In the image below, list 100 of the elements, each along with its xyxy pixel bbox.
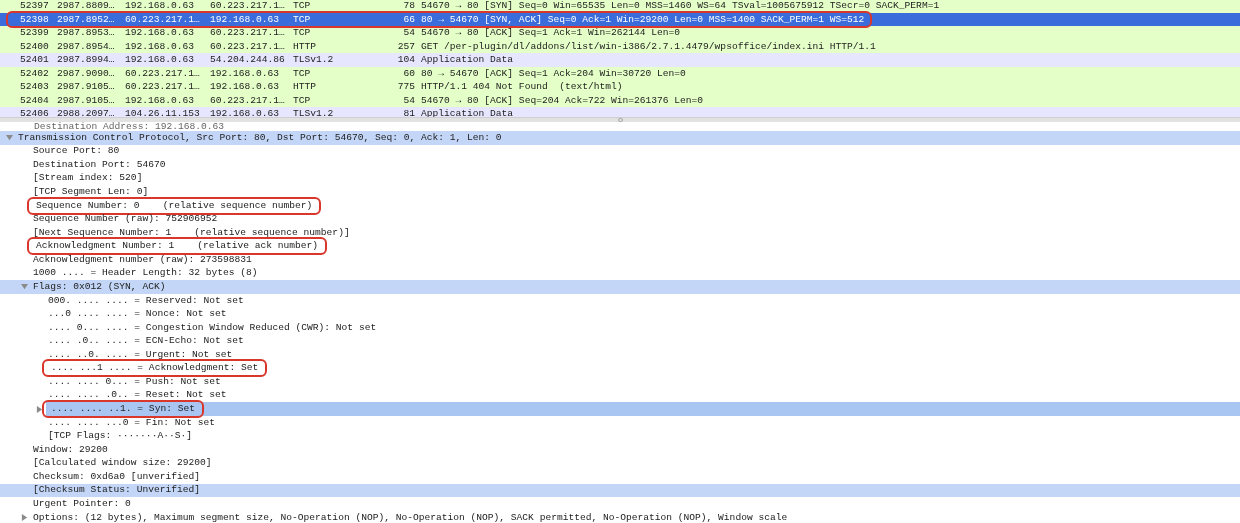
packet-number: 52397 <box>20 0 50 13</box>
packet-destination: 60.223.217.1… <box>210 93 286 107</box>
detail-line[interactable]: Checksum: 0xd6a0 [unverified] <box>30 470 203 483</box>
packet-info: Application Data <box>421 53 514 67</box>
packet-time: 2987.9105… <box>57 93 116 107</box>
detail-line[interactable]: .... .0.. .... = ECN-Echo: Not set <box>45 335 247 348</box>
detail-line[interactable]: [Stream index: 520] <box>30 172 146 185</box>
packet-destination: 60.223.217.1… <box>210 0 286 13</box>
expand-arrow-icon[interactable] <box>6 134 13 142</box>
packet-destination: 192.168.0.63 <box>210 80 281 94</box>
detail-line[interactable]: Sequence Number (raw): 752906952 <box>30 213 221 226</box>
packet-time: 2987.8952… <box>57 12 116 26</box>
detail-line[interactable]: ...0 .... .... = Nonce: Not set <box>45 308 230 321</box>
packet-length: 54 <box>402 26 415 40</box>
packet-row[interactable]: 52403 2987.9105… 60.223.217.1… 192.168.0.63 HTTP 775 HTTP/1.1 404 Not Found (text/html) <box>0 80 1240 94</box>
packet-row[interactable]: 52397 2987.8809… 192.168.0.63 60.223.217.1… TCP 78 54670 → 80 [SYN] Seq=0 Win=65535 Len=0 MSS=1460 WS=64 TSval=1005675912 TSecr=0 SACK_PERM=1 <box>0 0 1240 13</box>
packet-info: 80 → 54670 [SYN, ACK] Seq=0 Ack=1 Win=29200 Len=0 MSS=1400 SACK_PERM=1 WS=512 <box>421 12 865 26</box>
detail-line[interactable]: [Next Sequence Number: 1 (relative sequence number)] <box>30 226 353 239</box>
packet-number: 52399 <box>20 26 50 40</box>
packet-row[interactable]: 52398 2987.8952… 60.223.217.1… 192.168.0.63 TCP 66 80 → 54670 [SYN, ACK] Seq=0 Ack=1 Win=29200 Len=0 MSS=1400 SACK_PERM=1 WS=512 <box>0 12 1240 26</box>
detail-line: Destination Address: 192.168.0.63 <box>33 122 225 131</box>
detail-line[interactable]: Acknowledgment Number: 1 (relative ack number) <box>30 240 325 253</box>
detail-line[interactable]: [Checksum Status: Unverified] <box>30 484 203 497</box>
packet-time: 2987.8954… <box>57 39 116 53</box>
detail-line[interactable]: [TCP Segment Len: 0] <box>30 186 152 199</box>
detail-line[interactable]: .... .... ...0 = Fin: Not set <box>45 416 218 429</box>
packet-time: 2987.9090… <box>57 66 116 80</box>
packet-protocol: HTTP <box>293 39 318 53</box>
packet-destination: 54.204.244.86 <box>210 53 286 67</box>
detail-line[interactable]: [TCP Flags: ·······A··S·] <box>45 430 195 443</box>
packet-length: 54 <box>402 93 415 107</box>
detail-line[interactable]: Flags: 0x012 (SYN, ACK) <box>30 280 169 293</box>
packet-protocol: TCP <box>293 93 312 107</box>
packet-protocol: HTTP <box>293 80 318 94</box>
packet-destination: 60.223.217.1… <box>210 39 286 53</box>
collapse-arrow-icon[interactable] <box>36 405 43 413</box>
packet-info: 80 → 54670 [ACK] Seq=1 Ack=204 Win=30720 Len=0 <box>421 66 686 80</box>
detail-line[interactable]: .... .... 0... = Push: Not set <box>45 375 224 388</box>
collapse-arrow-icon[interactable] <box>21 514 28 522</box>
detail-line[interactable]: .... ...1 .... = Acknowledgment: Set <box>45 362 265 375</box>
detail-line[interactable]: Destination Port: 54670 <box>30 158 169 171</box>
detail-line[interactable]: .... 0... .... = Congestion Window Reduced (CWR): Not set <box>45 321 380 334</box>
detail-line[interactable]: .... .... .0.. = Reset: Not set <box>45 389 230 402</box>
detail-line[interactable]: 1000 .... = Header Length: 32 bytes (8) <box>30 267 261 280</box>
packet-time: 2987.8809… <box>57 0 116 13</box>
packet-protocol: TLSv1.2 <box>293 53 335 67</box>
packet-destination: 192.168.0.63 <box>210 12 281 26</box>
detail-line[interactable]: Acknowledgment number (raw): 273598831 <box>30 253 255 266</box>
packet-source: 104.26.11.153 <box>125 107 201 117</box>
packet-protocol: TCP <box>293 0 312 13</box>
packet-destination: 192.168.0.63 <box>210 107 281 117</box>
splitter-handle-icon[interactable] <box>617 118 623 122</box>
packet-source: 192.168.0.63 <box>125 0 196 13</box>
detail-line[interactable]: Urgent Pointer: 0 <box>30 497 134 510</box>
packet-length: 66 <box>402 12 415 26</box>
packet-number: 52403 <box>20 80 50 94</box>
detail-line[interactable]: 000. .... .... = Reserved: Not set <box>45 294 247 307</box>
packet-number: 52402 <box>20 66 50 80</box>
packet-source: 60.223.217.1… <box>125 66 201 80</box>
packet-number: 52401 <box>20 53 50 67</box>
packet-source: 60.223.217.1… <box>125 12 201 26</box>
packet-time: 2987.8994… <box>57 53 116 67</box>
detail-line[interactable]: Sequence Number: 0 (relative sequence number) <box>30 199 319 212</box>
packet-number: 52398 <box>20 12 50 26</box>
packet-length: 257 <box>396 39 415 53</box>
packet-time: 2987.9105… <box>57 80 116 94</box>
detail-line[interactable]: Options: (12 bytes), Maximum segment size, No-Operation (NOP), No-Operation (NOP), SACK permitted, No-Operation (NOP), Window scale <box>30 511 791 523</box>
packet-length: 60 <box>402 66 415 80</box>
packet-source: 192.168.0.63 <box>125 39 196 53</box>
detail-line[interactable]: [Calculated window size: 29200] <box>30 457 215 470</box>
detail-line[interactable]: .... ..0. .... = Urgent: Not set <box>45 348 236 361</box>
pane-splitter[interactable] <box>0 117 1240 122</box>
packet-info: 54670 → 80 [ACK] Seq=1 Ack=1 Win=262144 Len=0 <box>421 26 681 40</box>
packet-protocol: TLSv1.2 <box>293 107 335 117</box>
packet-length: 104 <box>396 53 415 67</box>
packet-length: 81 <box>402 107 415 117</box>
packet-info: GET /per-plugin/dl/addons/list/win-i386/2.7.1.4479/wpsoffice/index.ini HTTP/1.1 <box>421 39 876 53</box>
packet-info: 54670 → 80 [SYN] Seq=0 Win=65535 Len=0 MSS=1460 WS=64 TSval=1005675912 TSecr=0 SACK_PERM=1 <box>421 0 940 13</box>
packet-protocol: TCP <box>293 12 312 26</box>
packet-number: 52406 <box>20 107 50 117</box>
packet-length: 78 <box>402 0 415 13</box>
packet-row[interactable]: 52401 2987.8994… 192.168.0.63 54.204.244.86 TLSv1.2 104 Application Data <box>0 53 1240 67</box>
packet-source: 192.168.0.63 <box>125 26 196 40</box>
packet-source: 192.168.0.63 <box>125 93 196 107</box>
packet-number: 52400 <box>20 39 50 53</box>
packet-info: HTTP/1.1 404 Not Found (text/html) <box>421 80 623 94</box>
packet-source: 60.223.217.1… <box>125 80 201 94</box>
packet-time: 2987.8953… <box>57 26 116 40</box>
packet-protocol: TCP <box>293 66 312 80</box>
packet-number: 52404 <box>20 93 50 107</box>
detail-line[interactable]: Window: 29200 <box>30 443 111 456</box>
packet-source: 192.168.0.63 <box>125 53 196 67</box>
expand-arrow-icon[interactable] <box>21 283 28 291</box>
detail-line[interactable]: Source Port: 80 <box>30 145 123 158</box>
packet-protocol: TCP <box>293 26 312 40</box>
packet-length: 775 <box>396 80 415 94</box>
packet-info: 54670 → 80 [ACK] Seq=204 Ack=722 Win=261376 Len=0 <box>421 93 704 107</box>
detail-line[interactable]: .... .... ..1. = Syn: Set <box>45 403 201 416</box>
packet-row[interactable]: 52399 2987.8953… 192.168.0.63 60.223.217.1… TCP 54 54670 → 80 [ACK] Seq=1 Ack=1 Win=262144 Len=0 <box>0 26 1240 40</box>
packet-time: 2988.2097… <box>57 107 116 117</box>
